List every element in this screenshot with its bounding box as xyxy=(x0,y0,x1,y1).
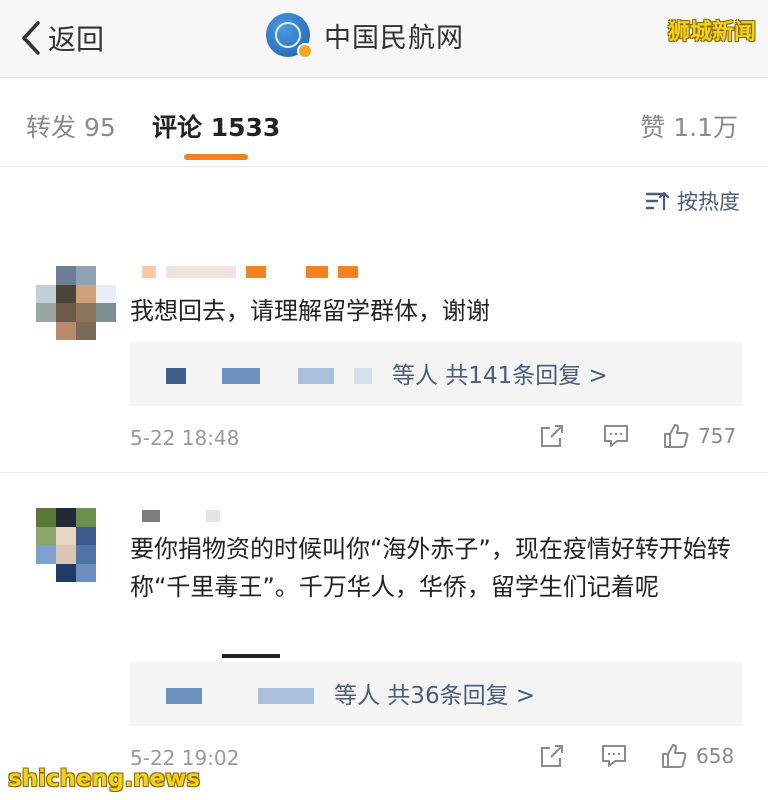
tab-likes[interactable]: 赞 1.1万 xyxy=(640,108,738,144)
site-watermark: shicheng.news xyxy=(8,766,201,792)
sort-icon xyxy=(645,191,669,211)
comment-date: 5-22 18:48 xyxy=(130,426,240,450)
username-redacted[interactable] xyxy=(142,510,220,522)
username-redacted[interactable] xyxy=(142,266,358,278)
divider xyxy=(0,166,768,167)
replies-link[interactable]: 等人 共36条回复 > xyxy=(334,676,535,710)
thumbs-up-icon xyxy=(662,744,687,768)
avatar[interactable] xyxy=(36,508,116,582)
share-button[interactable] xyxy=(538,422,566,450)
comment-text: 要你捐物资的时候叫你“海外赤子”，现在疫情好转开始转称“千里毒王”。千万华人，华… xyxy=(130,535,731,601)
comment-meta: 5-22 18:48 757 xyxy=(130,422,742,458)
replies-preview[interactable]: 等人 共36条回复 > xyxy=(130,662,742,726)
comment-button[interactable] xyxy=(600,742,628,770)
share-icon xyxy=(541,425,563,447)
comment-icon xyxy=(604,425,628,447)
like-button[interactable]: 658 xyxy=(660,742,734,770)
blur-mark xyxy=(222,654,280,658)
thumbs-up-icon xyxy=(664,424,689,448)
back-button[interactable]: 返回 xyxy=(20,18,104,58)
sort-button[interactable]: 按热度 xyxy=(645,186,740,216)
watermark-logo: 狮城新闻 xyxy=(667,20,756,45)
replies-preview[interactable]: 等人 共141条回复 > xyxy=(130,342,742,406)
top-bar: 返回 中国民航网 狮城新闻 xyxy=(0,0,768,78)
account-header[interactable]: 中国民航网 xyxy=(266,13,464,59)
comment-icon xyxy=(602,745,626,767)
verified-badge-icon xyxy=(297,43,313,59)
account-avatar[interactable] xyxy=(266,13,313,59)
divider xyxy=(0,472,768,473)
like-count: 658 xyxy=(696,744,735,768)
sort-label: 按热度 xyxy=(677,190,740,214)
account-name[interactable]: 中国民航网 xyxy=(324,16,464,55)
comment-meta: 5-22 19:02 658 xyxy=(130,742,742,778)
back-label: 返回 xyxy=(48,23,105,56)
comment-text: 我想回去，请理解留学群体，谢谢 xyxy=(130,297,490,325)
share-icon xyxy=(541,745,563,767)
comment-button[interactable] xyxy=(602,422,630,450)
replies-link[interactable]: 等人 共141条回复 > xyxy=(392,356,608,390)
like-button[interactable]: 757 xyxy=(662,422,736,450)
active-tab-indicator xyxy=(184,154,248,160)
like-count: 757 xyxy=(698,424,737,448)
avatar[interactable] xyxy=(36,266,116,340)
tab-bar: 转发 95 评论 1533 赞 1.1万 xyxy=(0,96,768,166)
chevron-left-icon xyxy=(22,21,40,55)
tab-comments[interactable]: 评论 1533 xyxy=(152,108,280,144)
share-button[interactable] xyxy=(538,742,566,770)
tab-reposts[interactable]: 转发 95 xyxy=(26,108,116,144)
